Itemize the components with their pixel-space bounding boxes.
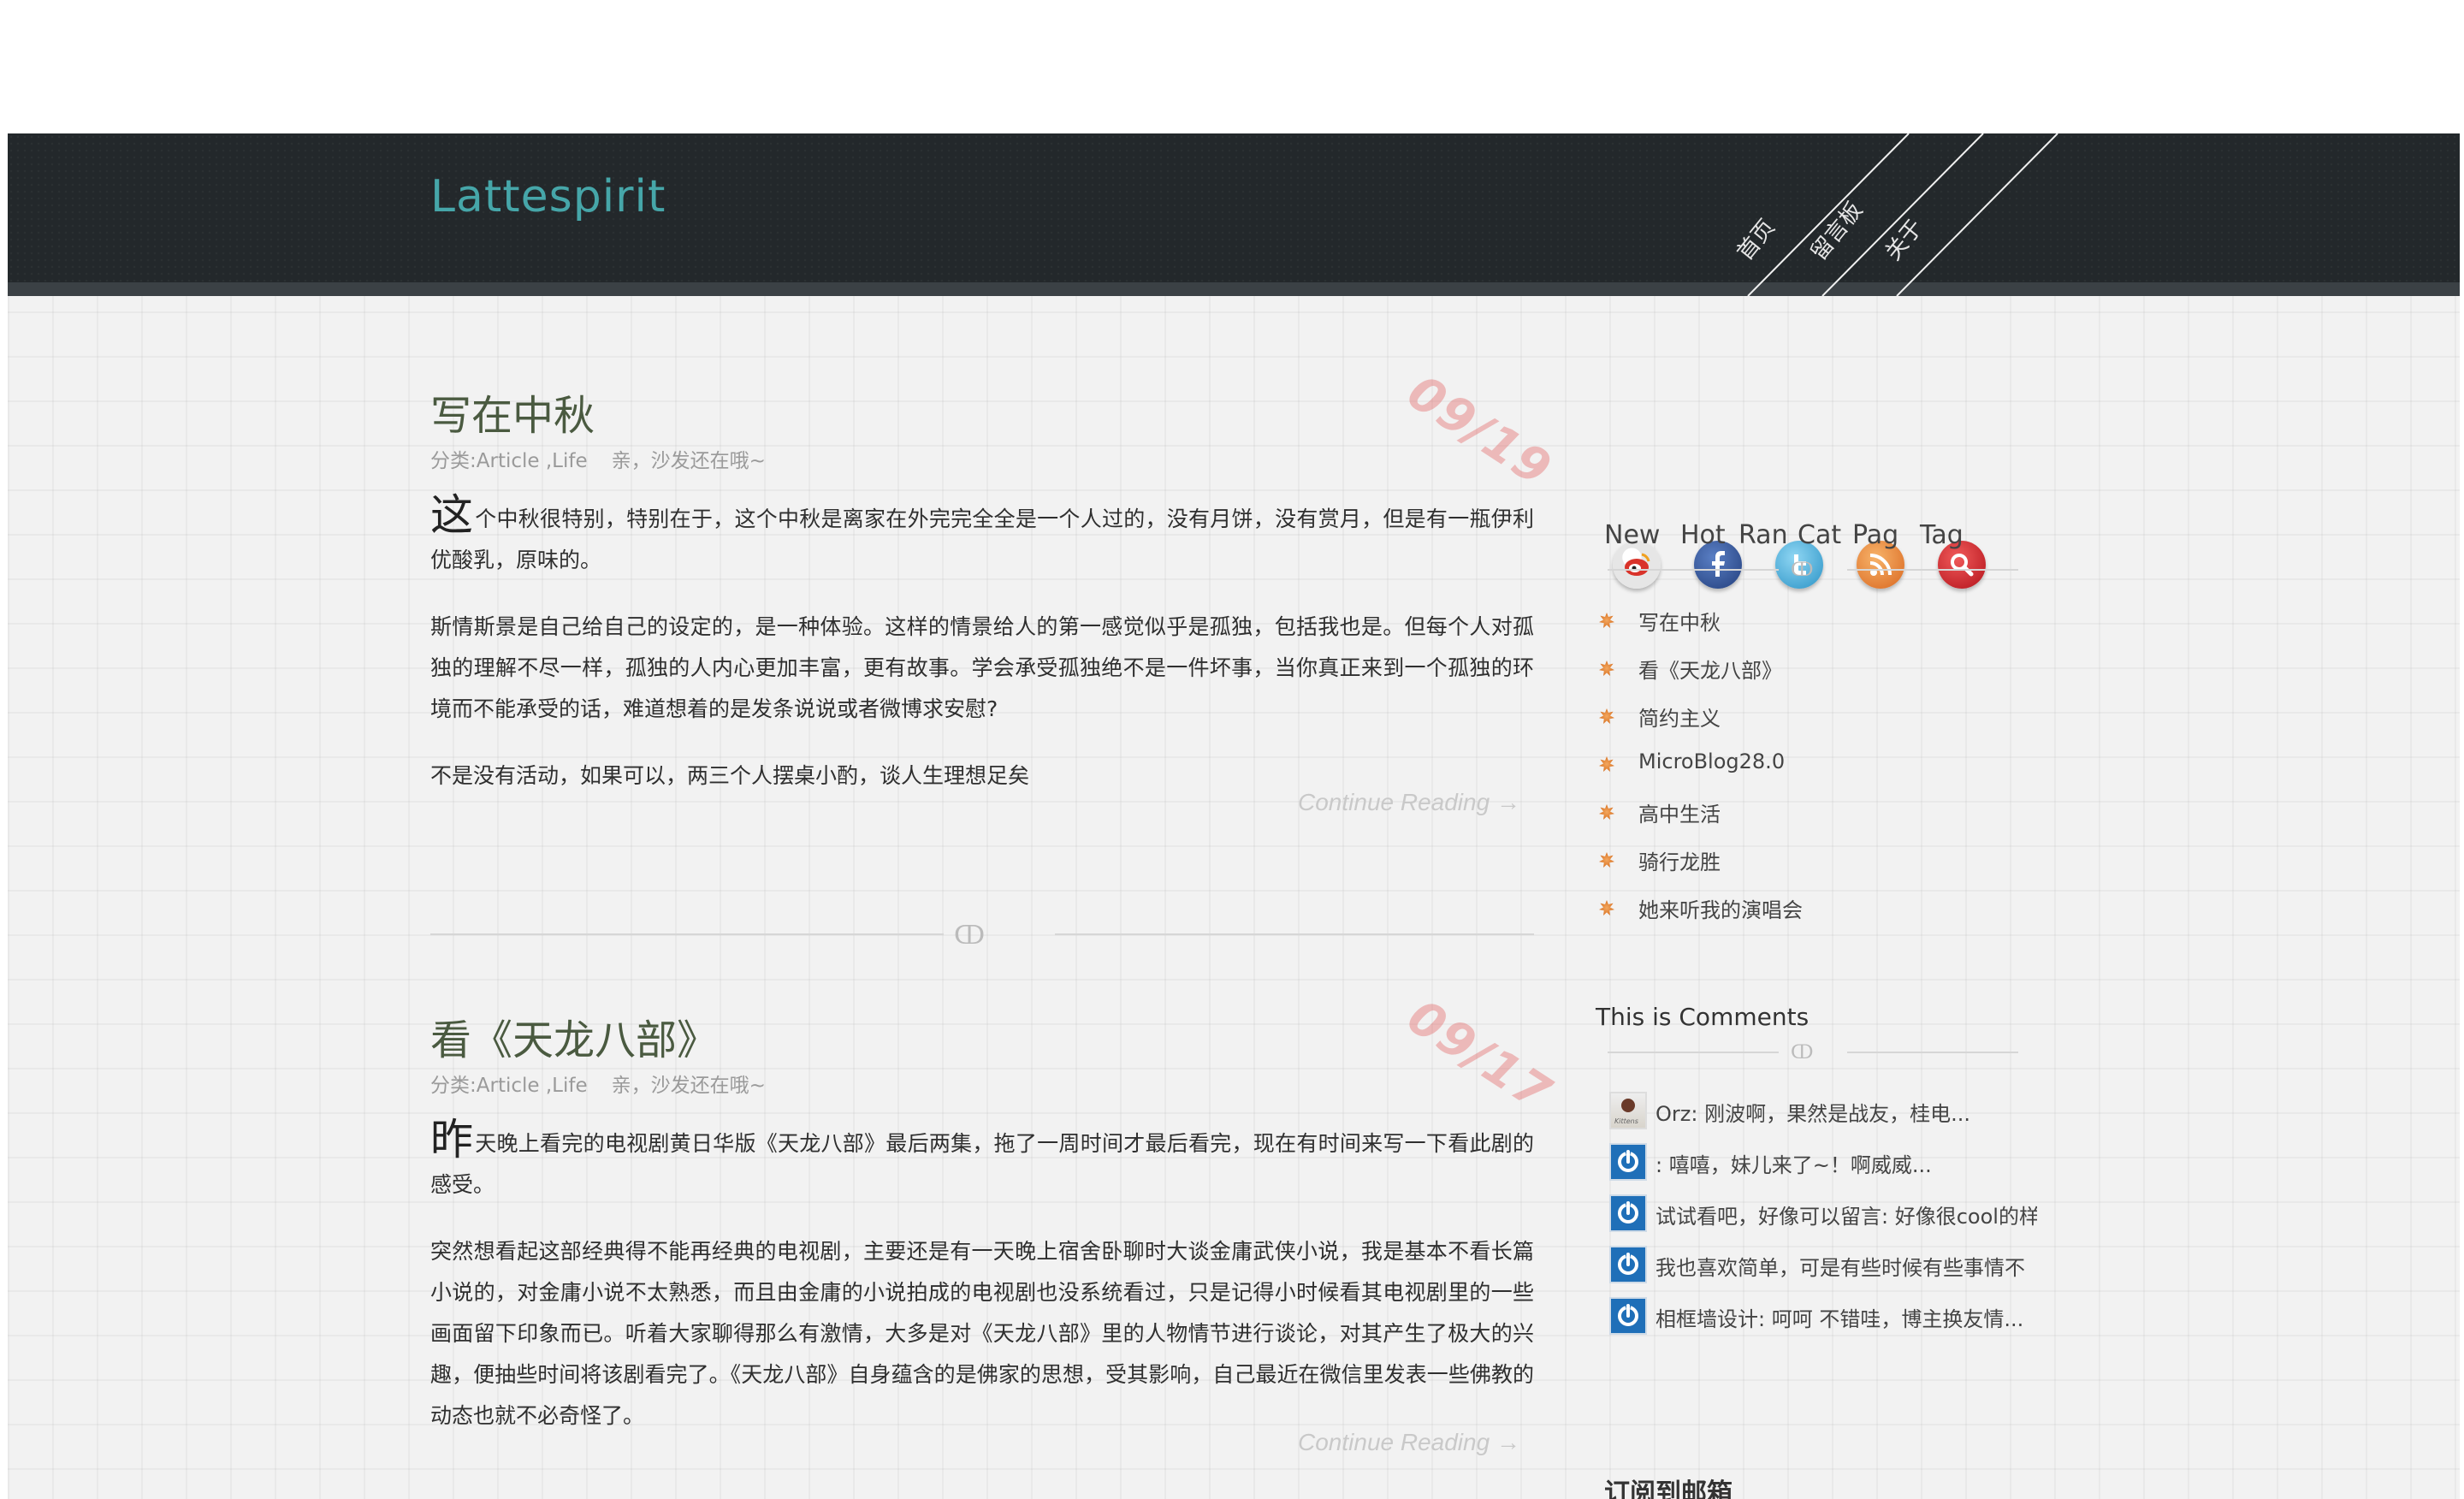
post-paragraph: 突然想看起这部经典得不能再经典的电视剧，主要还是有一天晚上宿舍卧聊时大谈金庸武侠… <box>430 1239 1534 1428</box>
list-item[interactable]: MicroBlog28.0 <box>1599 750 1785 773</box>
divider-ornament: ↀ <box>954 921 986 951</box>
power-avatar-icon <box>1609 1194 1647 1232</box>
post-title[interactable]: 看《天龙八部》 <box>430 1015 1534 1066</box>
nav-diagonal-lines <box>1747 133 2058 296</box>
post-paragraph: 斯情斯景是自己给自己的设定的，是一种体验。这样的情景给人的第一感觉似乎是孤独，包… <box>430 614 1534 721</box>
bullet-icon <box>1599 613 1614 628</box>
bullet-icon <box>1599 708 1614 724</box>
list-item[interactable]: 看《天龙八部》 <box>1599 654 1782 684</box>
list-item[interactable]: 简约主义 <box>1599 702 1721 732</box>
continue-reading-link[interactable]: Continue Reading → <box>1298 1429 1520 1456</box>
bullet-icon <box>1599 756 1614 772</box>
comment-excerpt: 相框墙设计: 呵呵 不错哇，博主换友情... <box>1656 1307 2024 1331</box>
divider-ornament: ↀ <box>1791 560 1814 581</box>
comment-excerpt: 试试看吧，好像可以留言: 好像很cool的样 <box>1656 1205 2037 1229</box>
category-label: 分类: <box>430 1075 477 1097</box>
comment-excerpt: : 嘻嘻，妹儿来了~！啊威威... <box>1656 1153 1932 1177</box>
post-body: 这个中秋很特别，特别在于，这个中秋是离家在外完完全全是一个人过的，没有月饼，没有… <box>430 490 1534 797</box>
tab-new[interactable]: New <box>1604 520 1660 550</box>
post-meta: 分类:Article ,Life 亲，沙发还在哦~ <box>430 1073 1534 1099</box>
post-categories[interactable]: Article ,Life <box>477 450 588 472</box>
tab-tags[interactable]: Tag <box>1920 520 1964 550</box>
drop-cap: 这 <box>430 490 474 540</box>
user-avatar: Kittens <box>1609 1092 1647 1129</box>
post-categories[interactable]: Article ,Life <box>477 1075 588 1097</box>
list-item[interactable]: 写在中秋 <box>1599 606 1721 636</box>
site-header: Lattespirit 首页 留言板 关于 <box>8 133 2460 296</box>
post-divider: ↀ <box>430 921 1534 951</box>
bullet-icon <box>1599 852 1614 868</box>
post-meta: 分类:Article ,Life 亲，沙发还在哦~ <box>430 448 1534 474</box>
list-item[interactable]: 骑行龙胜 <box>1599 845 1721 875</box>
comment-excerpt: 我也喜欢简单，可是有些时候有些事情不 <box>1656 1256 2025 1280</box>
post-body: 昨天晚上看完的电视剧黄日华版《天龙八部》最后两集，拖了一周时间才最后看完，现在有… <box>430 1115 1534 1437</box>
power-avatar-icon <box>1609 1297 1647 1335</box>
category-label: 分类: <box>430 450 477 472</box>
comments-section-title: This is Comments <box>1596 1003 1810 1031</box>
subscribe-title: 订阅到邮箱 <box>1604 1478 1732 1499</box>
recent-comment[interactable]: 我也喜欢简单，可是有些时候有些事情不 <box>1609 1246 2037 1285</box>
continue-reading-link[interactable]: Continue Reading → <box>1298 789 1520 816</box>
recent-comment[interactable]: 相框墙设计: 呵呵 不错哇，博主换友情... <box>1609 1297 2037 1336</box>
tab-hot[interactable]: Hot <box>1680 520 1726 550</box>
post-article: 写在中秋 分类:Article ,Life 亲，沙发还在哦~ 这个中秋很特别，特别… <box>430 390 1534 822</box>
post-comments-link[interactable]: 亲，沙发还在哦~ <box>612 450 766 472</box>
comment-excerpt: Orz: 刚波啊，果然是战友，桂电... <box>1656 1102 1970 1126</box>
sidebar-divider: ↀ <box>1608 1039 2018 1064</box>
post-comments-link[interactable]: 亲，沙发还在哦~ <box>612 1075 766 1097</box>
post-article: 看《天龙八部》 分类:Article ,Life 亲，沙发还在哦~ 昨天晚上看完的… <box>430 1015 1534 1462</box>
power-avatar-icon <box>1609 1246 1647 1283</box>
post-title[interactable]: 写在中秋 <box>430 390 1534 441</box>
bullet-icon <box>1599 804 1614 820</box>
list-item[interactable]: 高中生活 <box>1599 797 1721 827</box>
power-avatar-icon <box>1609 1143 1647 1181</box>
page-frame: Lattespirit 首页 留言板 关于 写在中秋 分类:Article ,L… <box>8 133 2460 1499</box>
tab-pages[interactable]: Pag <box>1852 520 1898 550</box>
bullet-icon <box>1599 661 1614 676</box>
tab-random[interactable]: Ran <box>1738 520 1788 550</box>
post-paragraph: 昨天晚上看完的电视剧黄日华版《天龙八部》最后两集，拖了一周时间才最后看完，现在有… <box>430 1115 1534 1197</box>
tab-categories[interactable]: Cat <box>1798 520 1841 550</box>
sidebar-divider: ↀ <box>1608 556 2018 582</box>
recent-comment[interactable]: 试试看吧，好像可以留言: 好像很cool的样 <box>1609 1194 2037 1234</box>
divider-ornament: ↀ <box>1791 1042 1814 1064</box>
recent-comment[interactable]: Kittens Orz: 刚波啊，果然是战友，桂电... <box>1609 1092 2037 1131</box>
drop-cap: 昨 <box>430 1115 474 1164</box>
post-paragraph: 这个中秋很特别，特别在于，这个中秋是离家在外完完全全是一个人过的，没有月饼，没有… <box>430 490 1534 572</box>
recent-comment[interactable]: : 嘻嘻，妹儿来了~！啊威威... <box>1609 1143 2037 1182</box>
list-item[interactable]: 她来听我的演唱会 <box>1599 893 1803 923</box>
bullet-icon <box>1599 900 1614 915</box>
